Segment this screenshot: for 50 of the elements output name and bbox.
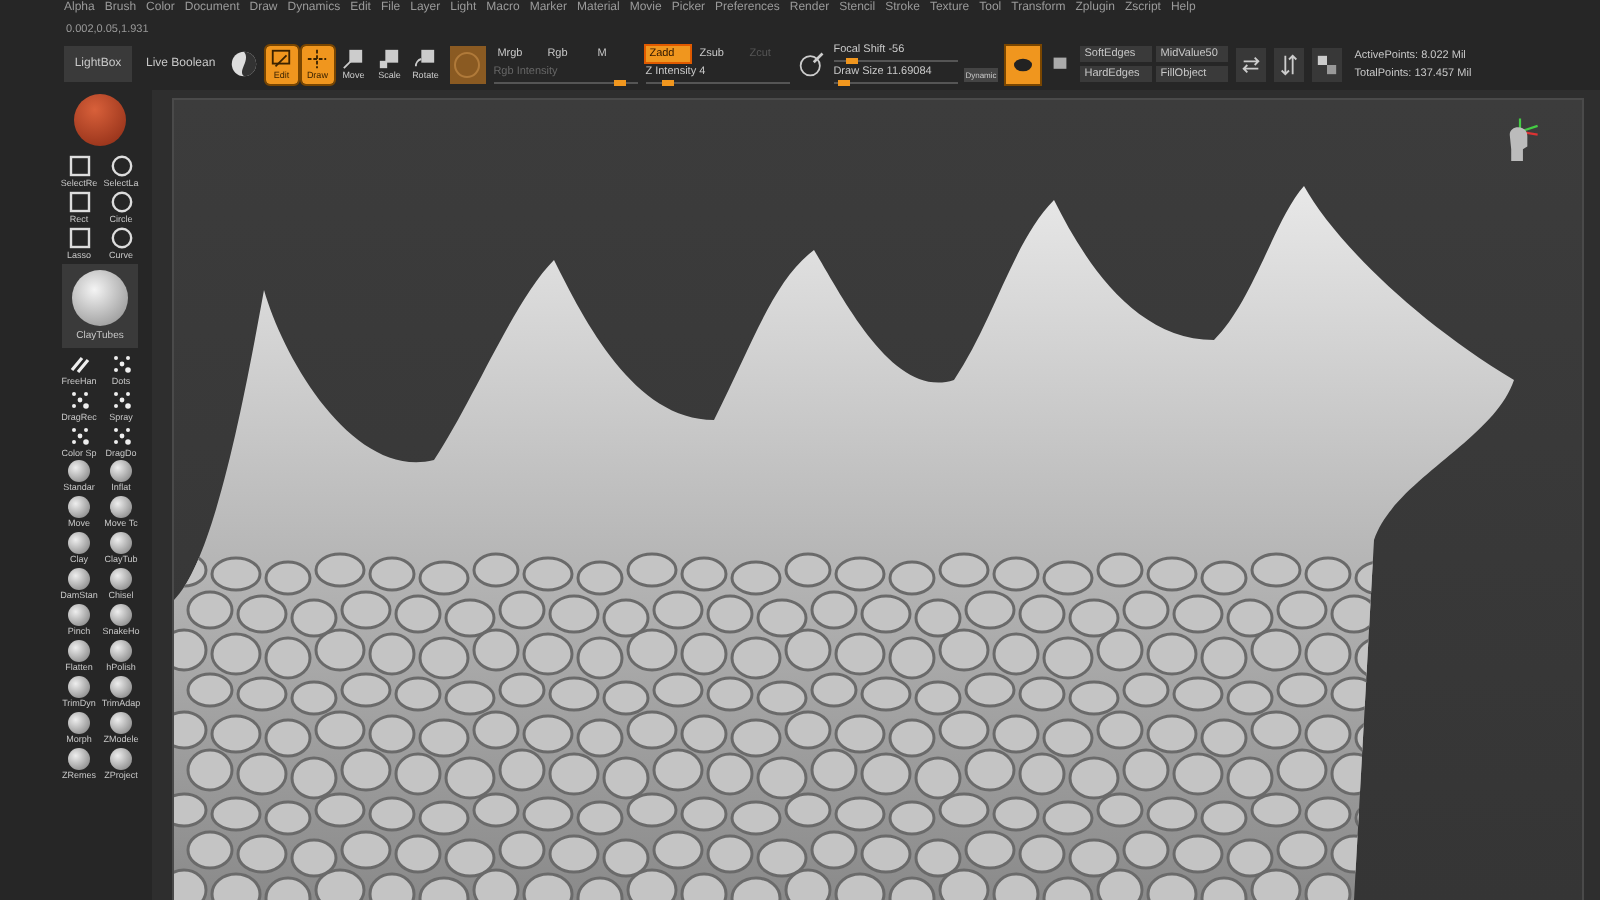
dots-icon bbox=[67, 424, 91, 448]
sphere-icon bbox=[68, 712, 90, 734]
sphere-icon bbox=[68, 604, 90, 626]
perspective-icon bbox=[1012, 55, 1035, 73]
scale-icon bbox=[378, 48, 401, 70]
sphere-icon bbox=[110, 496, 132, 518]
sort-icon[interactable] bbox=[1274, 47, 1305, 81]
circle-icon bbox=[109, 154, 133, 178]
slider-thumb[interactable] bbox=[837, 80, 850, 86]
sphere-icon bbox=[68, 532, 90, 554]
sphere-icon bbox=[68, 568, 90, 590]
brush-sphere-icon bbox=[72, 270, 128, 326]
slider-thumb[interactable] bbox=[846, 58, 858, 64]
sphere-icon bbox=[110, 532, 132, 554]
material-ring-icon bbox=[454, 51, 481, 77]
circle-icon bbox=[109, 190, 133, 214]
sphere-icon bbox=[110, 748, 132, 770]
dots-icon bbox=[109, 424, 133, 448]
sphere-icon bbox=[68, 460, 90, 482]
sphere-icon bbox=[110, 604, 132, 626]
square-icon bbox=[67, 154, 91, 178]
sphere-icon bbox=[110, 460, 132, 482]
swap-icon[interactable] bbox=[1236, 47, 1267, 81]
sphere-icon bbox=[110, 676, 132, 698]
stroke-lines-icon bbox=[67, 352, 91, 376]
sphere-icon bbox=[68, 640, 90, 662]
spotlight-icon[interactable] bbox=[229, 50, 258, 78]
draw-icon bbox=[306, 48, 329, 70]
sphere-icon bbox=[68, 496, 90, 518]
perspective-button[interactable] bbox=[1006, 45, 1041, 83]
subtools-icon[interactable] bbox=[1312, 47, 1343, 81]
move-icon bbox=[342, 48, 365, 70]
circle-icon bbox=[109, 226, 133, 250]
floor-icon bbox=[1050, 56, 1071, 72]
material-swatch[interactable] bbox=[449, 45, 486, 83]
sphere-icon bbox=[110, 712, 132, 734]
rotate-icon bbox=[414, 48, 437, 70]
sphere-icon bbox=[110, 568, 132, 590]
sphere-icon bbox=[68, 748, 90, 770]
slider-thumb[interactable] bbox=[661, 79, 673, 85]
square-icon bbox=[67, 190, 91, 214]
sphere-icon bbox=[110, 640, 132, 662]
dots-icon bbox=[109, 388, 133, 412]
sphere-icon bbox=[68, 676, 90, 698]
edit-icon bbox=[270, 48, 293, 70]
dots-icon bbox=[67, 388, 91, 412]
dots-icon bbox=[109, 352, 133, 376]
color-picker-sphere[interactable] bbox=[74, 94, 126, 146]
square-icon bbox=[67, 226, 91, 250]
brush-circle-icon[interactable] bbox=[797, 50, 826, 78]
